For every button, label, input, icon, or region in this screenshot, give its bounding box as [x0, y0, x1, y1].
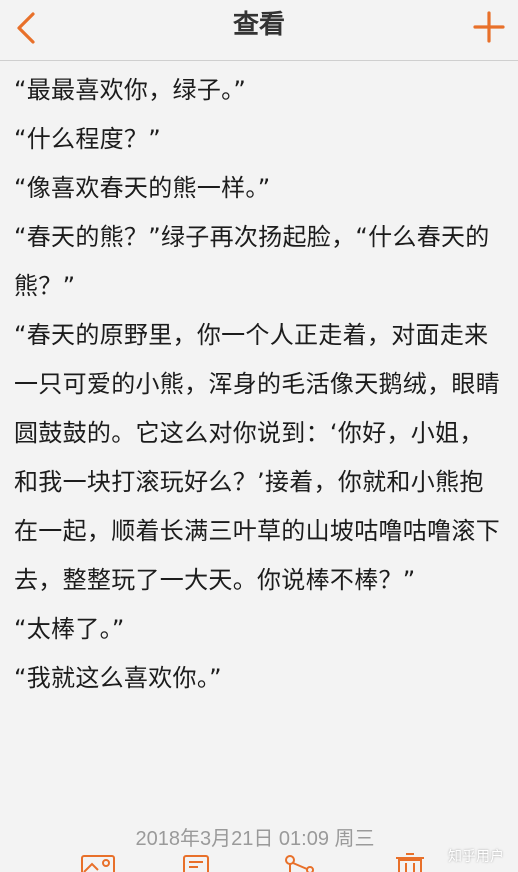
plus-icon [473, 11, 505, 43]
note-paragraph: “春天的熊？”绿子再次扬起脸，“什么春天的熊？” [14, 223, 490, 300]
page-title: 查看 [232, 10, 285, 40]
note-paragraph: “像喜欢春天的熊一样。” [14, 174, 271, 202]
delete-button[interactable] [390, 852, 430, 872]
trash-icon [396, 853, 424, 872]
top-bar: 查看 [0, 0, 518, 61]
note-timestamp: 2018年3月21日 01:09 周三 [135, 828, 375, 850]
note-view-screen: 查看 “最最喜欢你，绿子。” “什么程度？” “像喜欢春天的熊一样。” “春天的… [0, 0, 518, 872]
note-paragraph: “太棒了。” [14, 615, 125, 643]
edit-document-button[interactable] [176, 852, 216, 872]
note-paragraph: “什么程度？” [14, 125, 161, 153]
picture-card-icon [81, 855, 115, 872]
note-body[interactable]: “最最喜欢你，绿子。” “什么程度？” “像喜欢春天的熊一样。” “春天的熊？”… [14, 66, 506, 703]
watermark: 知乎用户 [448, 849, 504, 865]
edit-document-icon [183, 855, 209, 872]
note-paragraph: “最最喜欢你，绿子。” [14, 76, 247, 104]
note-paragraph: “春天的原野里，你一个人正走着，对面走来一只可爱的小熊，浑身的毛活像天鹅绒，眼睛… [14, 321, 500, 594]
share-nodes-icon [285, 855, 314, 872]
bottom-toolbar [0, 852, 518, 872]
share-button[interactable] [276, 852, 316, 872]
picture-card-button[interactable] [78, 852, 118, 872]
add-button[interactable] [466, 4, 512, 50]
note-paragraph: “我就这么喜欢你。” [14, 664, 222, 692]
